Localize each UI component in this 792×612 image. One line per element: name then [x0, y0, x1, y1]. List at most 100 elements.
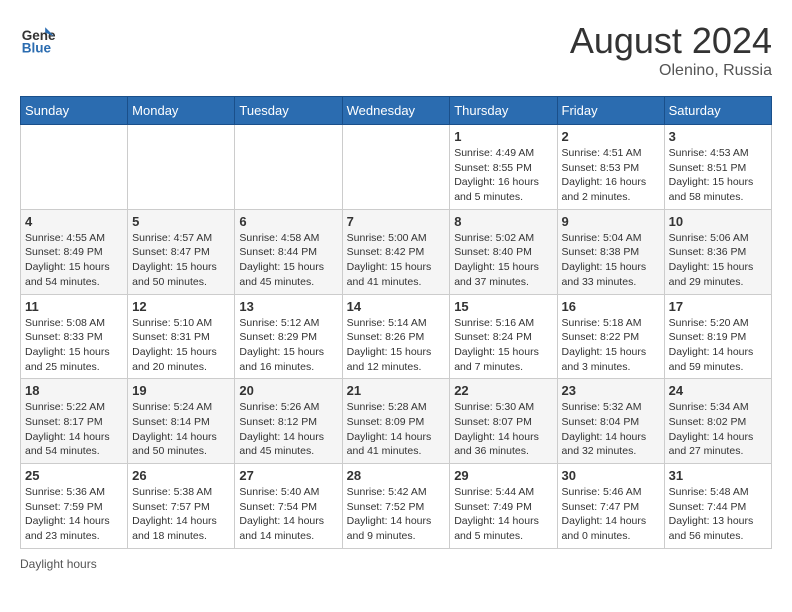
day-number: 27 — [239, 468, 337, 483]
day-info: Sunrise: 5:12 AM Sunset: 8:29 PM Dayligh… — [239, 316, 337, 375]
day-info: Sunrise: 5:06 AM Sunset: 8:36 PM Dayligh… — [669, 231, 767, 290]
calendar-cell: 3Sunrise: 4:53 AM Sunset: 8:51 PM Daylig… — [664, 125, 771, 210]
day-info: Sunrise: 5:34 AM Sunset: 8:02 PM Dayligh… — [669, 400, 767, 459]
day-info: Sunrise: 5:08 AM Sunset: 8:33 PM Dayligh… — [25, 316, 123, 375]
day-number: 30 — [562, 468, 660, 483]
day-number: 8 — [454, 214, 552, 229]
calendar-week-row: 25Sunrise: 5:36 AM Sunset: 7:59 PM Dayli… — [21, 464, 772, 549]
col-header-wednesday: Wednesday — [342, 97, 450, 125]
day-number: 9 — [562, 214, 660, 229]
location-title: Olenino, Russia — [570, 62, 772, 80]
day-info: Sunrise: 5:18 AM Sunset: 8:22 PM Dayligh… — [562, 316, 660, 375]
header: General Blue August 2024 Olenino, Russia — [20, 20, 772, 80]
day-number: 23 — [562, 383, 660, 398]
calendar-cell: 1Sunrise: 4:49 AM Sunset: 8:55 PM Daylig… — [450, 125, 557, 210]
day-number: 21 — [347, 383, 446, 398]
calendar-cell: 11Sunrise: 5:08 AM Sunset: 8:33 PM Dayli… — [21, 294, 128, 379]
day-number: 19 — [132, 383, 230, 398]
calendar-cell: 22 Sunrise: 5:30 AM Sunset: 8:07 PM Dayli… — [450, 379, 557, 464]
calendar-cell: 9 Sunrise: 5:04 AM Sunset: 8:38 PM Daylig… — [557, 209, 664, 294]
calendar-table: SundayMondayTuesdayWednesdayThursdayFrid… — [20, 96, 772, 549]
calendar-cell: 19 Sunrise: 5:24 AM Sunset: 8:14 PM Dayli… — [128, 379, 235, 464]
calendar-cell — [128, 125, 235, 210]
calendar-cell: 30 Sunrise: 5:46 AM Sunset: 7:47 PM Dayli… — [557, 464, 664, 549]
calendar-cell: 8 Sunrise: 5:02 AM Sunset: 8:40 PM Daylig… — [450, 209, 557, 294]
calendar-cell: 28 Sunrise: 5:42 AM Sunset: 7:52 PM Dayli… — [342, 464, 450, 549]
calendar-week-row: 4 Sunrise: 4:55 AM Sunset: 8:49 PM Daylig… — [21, 209, 772, 294]
footer-note: Daylight hours — [20, 557, 772, 571]
day-info: Sunrise: 4:58 AM Sunset: 8:44 PM Dayligh… — [239, 231, 337, 290]
day-info: Sunrise: 5:22 AM Sunset: 8:17 PM Dayligh… — [25, 400, 123, 459]
month-year-title: August 2024 — [570, 20, 772, 62]
day-info: Sunrise: 5:40 AM Sunset: 7:54 PM Dayligh… — [239, 485, 337, 544]
day-info: Sunrise: 5:14 AM Sunset: 8:26 PM Dayligh… — [347, 316, 446, 375]
day-number: 15 — [454, 299, 552, 314]
svg-text:Blue: Blue — [22, 40, 52, 55]
day-number: 28 — [347, 468, 446, 483]
day-number: 31 — [669, 468, 767, 483]
day-number: 4 — [25, 214, 123, 229]
day-info: Sunrise: 5:36 AM Sunset: 7:59 PM Dayligh… — [25, 485, 123, 544]
day-number: 16 — [562, 299, 660, 314]
day-info: Sunrise: 5:26 AM Sunset: 8:12 PM Dayligh… — [239, 400, 337, 459]
calendar-cell: 26 Sunrise: 5:38 AM Sunset: 7:57 PM Dayli… — [128, 464, 235, 549]
calendar-cell: 15Sunrise: 5:16 AM Sunset: 8:24 PM Dayli… — [450, 294, 557, 379]
day-number: 6 — [239, 214, 337, 229]
day-number: 22 — [454, 383, 552, 398]
calendar-cell: 31 Sunrise: 5:48 AM Sunset: 7:44 PM Dayli… — [664, 464, 771, 549]
day-info: Sunrise: 4:55 AM Sunset: 8:49 PM Dayligh… — [25, 231, 123, 290]
calendar-cell: 17Sunrise: 5:20 AM Sunset: 8:19 PM Dayli… — [664, 294, 771, 379]
calendar-cell: 2 Sunrise: 4:51 AM Sunset: 8:53 PM Daylig… — [557, 125, 664, 210]
col-header-thursday: Thursday — [450, 97, 557, 125]
calendar-cell: 13 Sunrise: 5:12 AM Sunset: 8:29 PM Dayli… — [235, 294, 342, 379]
day-info: Sunrise: 5:46 AM Sunset: 7:47 PM Dayligh… — [562, 485, 660, 544]
day-number: 2 — [562, 129, 660, 144]
day-info: Sunrise: 5:02 AM Sunset: 8:40 PM Dayligh… — [454, 231, 552, 290]
day-info: Sunrise: 5:44 AM Sunset: 7:49 PM Dayligh… — [454, 485, 552, 544]
day-info: Sunrise: 5:10 AM Sunset: 8:31 PM Dayligh… — [132, 316, 230, 375]
col-header-monday: Monday — [128, 97, 235, 125]
day-info: Sunrise: 4:57 AM Sunset: 8:47 PM Dayligh… — [132, 231, 230, 290]
calendar-cell: 16 Sunrise: 5:18 AM Sunset: 8:22 PM Dayli… — [557, 294, 664, 379]
day-number: 1 — [454, 129, 552, 144]
calendar-cell: 14 Sunrise: 5:14 AM Sunset: 8:26 PM Dayli… — [342, 294, 450, 379]
calendar-cell: 18Sunrise: 5:22 AM Sunset: 8:17 PM Dayli… — [21, 379, 128, 464]
calendar-cell: 12Sunrise: 5:10 AM Sunset: 8:31 PM Dayli… — [128, 294, 235, 379]
day-info: Sunrise: 5:30 AM Sunset: 8:07 PM Dayligh… — [454, 400, 552, 459]
calendar-cell: 5 Sunrise: 4:57 AM Sunset: 8:47 PM Daylig… — [128, 209, 235, 294]
day-info: Sunrise: 5:48 AM Sunset: 7:44 PM Dayligh… — [669, 485, 767, 544]
calendar-week-row: 11Sunrise: 5:08 AM Sunset: 8:33 PM Dayli… — [21, 294, 772, 379]
calendar-week-row: 18Sunrise: 5:22 AM Sunset: 8:17 PM Dayli… — [21, 379, 772, 464]
day-info: Sunrise: 5:42 AM Sunset: 7:52 PM Dayligh… — [347, 485, 446, 544]
day-number: 26 — [132, 468, 230, 483]
calendar-cell: 29 Sunrise: 5:44 AM Sunset: 7:49 PM Dayli… — [450, 464, 557, 549]
calendar-cell: 20 Sunrise: 5:26 AM Sunset: 8:12 PM Dayli… — [235, 379, 342, 464]
day-info: Sunrise: 5:00 AM Sunset: 8:42 PM Dayligh… — [347, 231, 446, 290]
calendar-cell: 25Sunrise: 5:36 AM Sunset: 7:59 PM Dayli… — [21, 464, 128, 549]
col-header-tuesday: Tuesday — [235, 97, 342, 125]
calendar-cell — [21, 125, 128, 210]
calendar-cell: 6 Sunrise: 4:58 AM Sunset: 8:44 PM Daylig… — [235, 209, 342, 294]
calendar-cell: 21Sunrise: 5:28 AM Sunset: 8:09 PM Dayli… — [342, 379, 450, 464]
calendar-cell: 23Sunrise: 5:32 AM Sunset: 8:04 PM Dayli… — [557, 379, 664, 464]
day-number: 13 — [239, 299, 337, 314]
day-number: 20 — [239, 383, 337, 398]
calendar-cell: 27 Sunrise: 5:40 AM Sunset: 7:54 PM Dayli… — [235, 464, 342, 549]
col-header-friday: Friday — [557, 97, 664, 125]
day-info: Sunrise: 4:51 AM Sunset: 8:53 PM Dayligh… — [562, 146, 660, 205]
calendar-cell: 7 Sunrise: 5:00 AM Sunset: 8:42 PM Daylig… — [342, 209, 450, 294]
day-info: Sunrise: 4:53 AM Sunset: 8:51 PM Dayligh… — [669, 146, 767, 205]
day-number: 14 — [347, 299, 446, 314]
day-number: 24 — [669, 383, 767, 398]
day-number: 17 — [669, 299, 767, 314]
days-header-row: SundayMondayTuesdayWednesdayThursdayFrid… — [21, 97, 772, 125]
calendar-cell: 10Sunrise: 5:06 AM Sunset: 8:36 PM Dayli… — [664, 209, 771, 294]
day-info: Sunrise: 5:24 AM Sunset: 8:14 PM Dayligh… — [132, 400, 230, 459]
day-info: Sunrise: 5:04 AM Sunset: 8:38 PM Dayligh… — [562, 231, 660, 290]
day-number: 7 — [347, 214, 446, 229]
col-header-sunday: Sunday — [21, 97, 128, 125]
day-number: 29 — [454, 468, 552, 483]
title-area: August 2024 Olenino, Russia — [570, 20, 772, 80]
day-info: Sunrise: 5:38 AM Sunset: 7:57 PM Dayligh… — [132, 485, 230, 544]
day-number: 5 — [132, 214, 230, 229]
